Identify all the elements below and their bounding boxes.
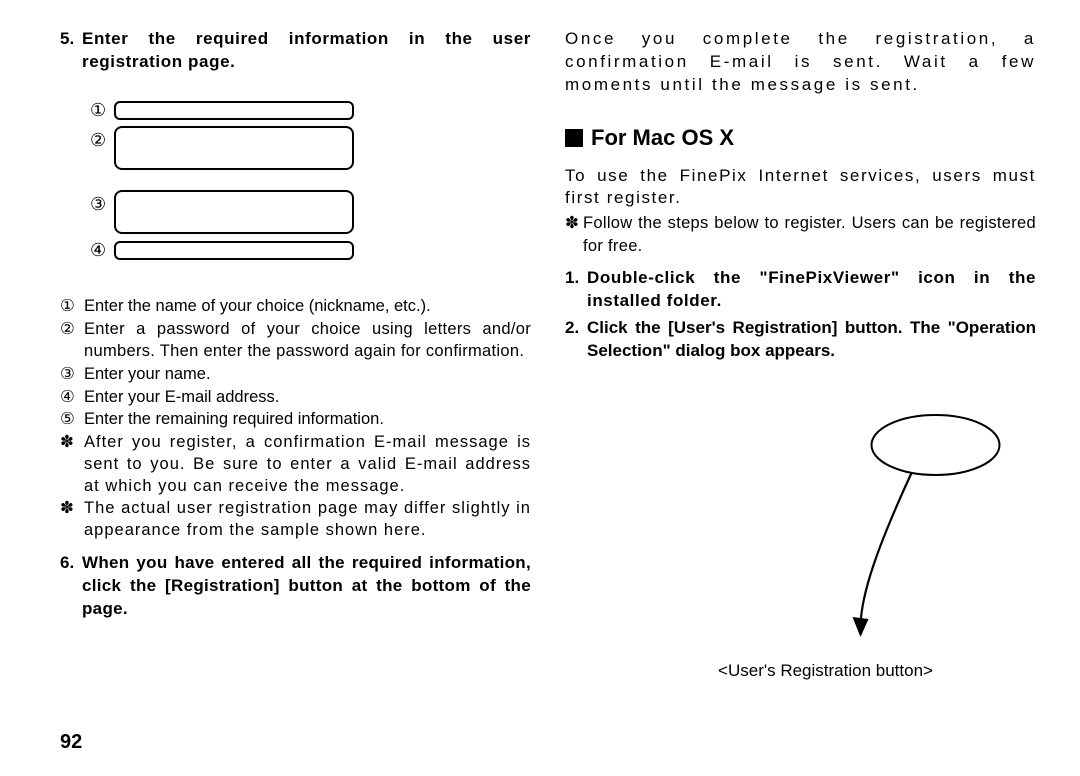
legend-item-1: ① Enter the name of your choice (nicknam… xyxy=(60,296,531,318)
page-number: 92 xyxy=(60,731,82,754)
legend-mark-7: ✽ xyxy=(60,498,84,542)
step-6-text: When you have entered all the required i… xyxy=(82,552,531,621)
right-column: Once you complete the registration, a co… xyxy=(565,28,1036,748)
mac-step-1: 1. Double-click the "FinePixViewer" icon… xyxy=(565,267,1036,313)
legend-text-7: The actual user registration page may di… xyxy=(84,498,531,542)
password-field-box xyxy=(114,126,354,170)
ellipse-callout-icon xyxy=(872,415,1000,475)
legend-mark-3: ③ xyxy=(60,364,84,386)
mac-step-2: 2. Click the [User's Registration] butto… xyxy=(565,317,1036,363)
legend-mark-5: ⑤ xyxy=(60,409,84,431)
nickname-field-box xyxy=(114,101,354,120)
legend-text-3: Enter your name. xyxy=(84,364,531,386)
mac-step-2-text: Click the [User's Registration] button. … xyxy=(587,317,1036,363)
form-label-2: ② xyxy=(90,126,114,152)
legend-text-6: After you register, a confirmation E-mai… xyxy=(84,432,531,497)
registration-button-figure xyxy=(565,391,1036,651)
name-field-box xyxy=(114,190,354,234)
step-5-number: 5. xyxy=(60,28,82,74)
mac-step-1-text: Double-click the "FinePixViewer" icon in… xyxy=(587,267,1036,313)
legend-mark-6: ✽ xyxy=(60,432,84,497)
step-5-text: Enter the required information in the us… xyxy=(82,28,531,74)
mac-os-heading: For Mac OS X xyxy=(565,123,1036,153)
legend-item-3: ③ Enter your name. xyxy=(60,364,531,386)
form-row-3: ③ xyxy=(90,190,531,234)
step-5: 5. Enter the required information in the… xyxy=(60,28,531,74)
arrowhead-icon xyxy=(853,617,869,637)
left-column: 5. Enter the required information in the… xyxy=(60,28,531,748)
legend-item-5: ⑤ Enter the remaining required informati… xyxy=(60,409,531,431)
form-row-4: ④ xyxy=(90,238,531,262)
form-label-4: ④ xyxy=(90,238,114,262)
form-row-2: ② xyxy=(90,126,531,170)
page-columns: 5. Enter the required information in the… xyxy=(60,28,1036,748)
legend-list: ① Enter the name of your choice (nicknam… xyxy=(60,296,531,541)
step-6-number: 6. xyxy=(60,552,82,621)
legend-text-4: Enter your E-mail address. xyxy=(84,387,531,409)
legend-item-4: ④ Enter your E-mail address. xyxy=(60,387,531,409)
follow-note: ✽ Follow the steps below to register. Us… xyxy=(565,212,1036,257)
legend-mark-1: ① xyxy=(60,296,84,318)
arrow-line-icon xyxy=(861,473,912,625)
registration-form-figure: ① ② ③ ④ xyxy=(90,98,531,263)
confirmation-paragraph: Once you complete the registration, a co… xyxy=(565,28,1036,97)
legend-text-2: Enter a password of your choice using le… xyxy=(84,319,531,363)
form-label-3: ③ xyxy=(90,190,114,216)
legend-item-2: ② Enter a password of your choice using … xyxy=(60,319,531,363)
mac-step-2-number: 2. xyxy=(565,317,587,363)
step-6: 6. When you have entered all the require… xyxy=(60,552,531,621)
mac-os-heading-text: For Mac OS X xyxy=(591,123,734,153)
form-label-1: ① xyxy=(90,98,114,122)
follow-text: Follow the steps below to register. User… xyxy=(583,212,1036,257)
legend-mark-2: ② xyxy=(60,319,84,363)
form-row-1: ① xyxy=(90,98,531,122)
follow-mark: ✽ xyxy=(565,212,583,257)
figure-caption: <User's Registration button> xyxy=(565,660,1036,683)
legend-item-7: ✽ The actual user registration page may … xyxy=(60,498,531,542)
legend-text-5: Enter the remaining required information… xyxy=(84,409,531,431)
legend-item-6: ✽ After you register, a confirmation E-m… xyxy=(60,432,531,497)
square-bullet-icon xyxy=(565,129,583,147)
mac-intro: To use the FinePix Internet services, us… xyxy=(565,165,1036,211)
mac-step-1-number: 1. xyxy=(565,267,587,313)
legend-mark-4: ④ xyxy=(60,387,84,409)
legend-text-1: Enter the name of your choice (nickname,… xyxy=(84,296,531,318)
email-field-box xyxy=(114,241,354,260)
